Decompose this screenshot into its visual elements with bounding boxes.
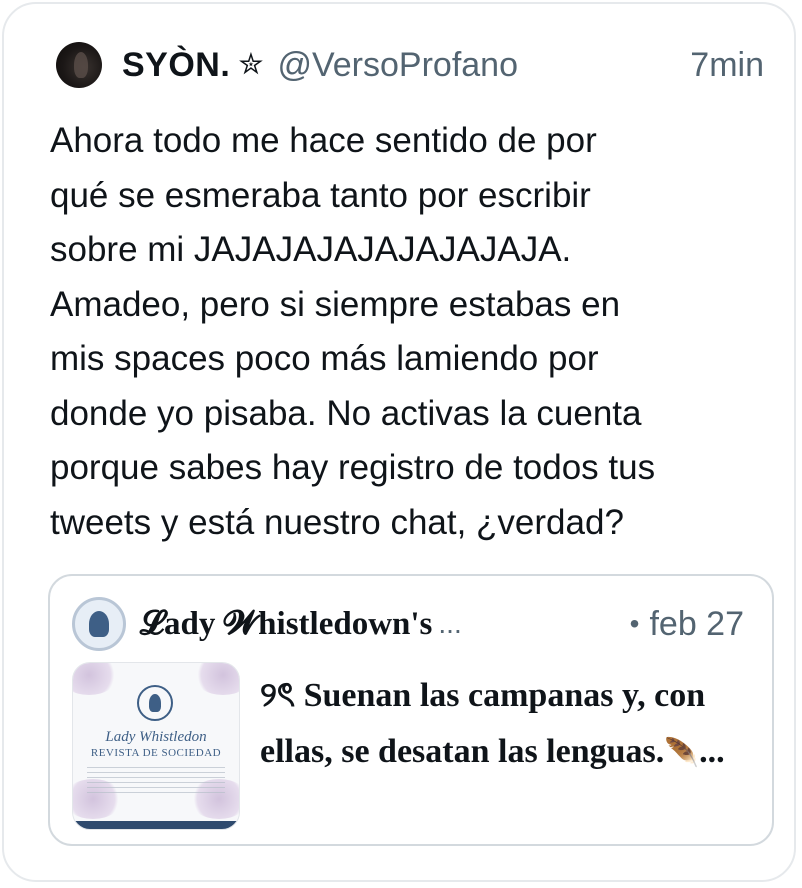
quoted-name-ellipsis: ...	[438, 608, 462, 639]
bow-glyph: ୨ৎ	[260, 677, 296, 714]
thumbnail-subtitle: REVISTA DE SOCIEDAD	[90, 747, 222, 759]
quoted-avatar[interactable]	[72, 597, 126, 651]
star-icon: ✮	[238, 48, 264, 81]
separator-dot: •	[629, 608, 640, 639]
author-name[interactable]: SYÒN.	[122, 46, 230, 85]
quoted-tweet[interactable]: 𝓛ady 𝓦histledown's ... • feb 27 Lady Whi…	[48, 574, 774, 846]
quoted-media-thumbnail[interactable]: Lady Whistledon REVISTA DE SOCIEDAD	[72, 662, 240, 830]
avatar[interactable]	[56, 42, 102, 88]
thumbnail-title: Lady Whistledon	[105, 729, 207, 745]
cameo-icon	[137, 685, 173, 721]
quoted-text-ellipsis: ...	[699, 733, 725, 770]
quoted-author-name[interactable]: 𝓛ady 𝓦histledown's	[140, 606, 432, 643]
feather-icon: 🪶	[664, 738, 700, 769]
tweet-text: Ahora todo me hace sentido de por qué se…	[50, 121, 656, 542]
quoted-text-body: Suenan las campanas y, con ellas, se des…	[260, 677, 706, 770]
quoted-date[interactable]: feb 27	[649, 605, 744, 644]
quoted-tweet-header: 𝓛ady 𝓦histledown's ... • feb 27	[72, 596, 744, 652]
author-handle[interactable]: @VersoProfano	[277, 46, 518, 85]
timestamp[interactable]: 7min	[690, 46, 764, 85]
tweet-header: SYÒN. ✮ @VersoProfano 7min	[56, 40, 764, 90]
tweet-card[interactable]: SYÒN. ✮ @VersoProfano 7min Ahora todo me…	[2, 2, 796, 882]
quoted-tweet-text: ୨ৎ Suenan las campanas y, con ellas, se …	[260, 668, 750, 782]
